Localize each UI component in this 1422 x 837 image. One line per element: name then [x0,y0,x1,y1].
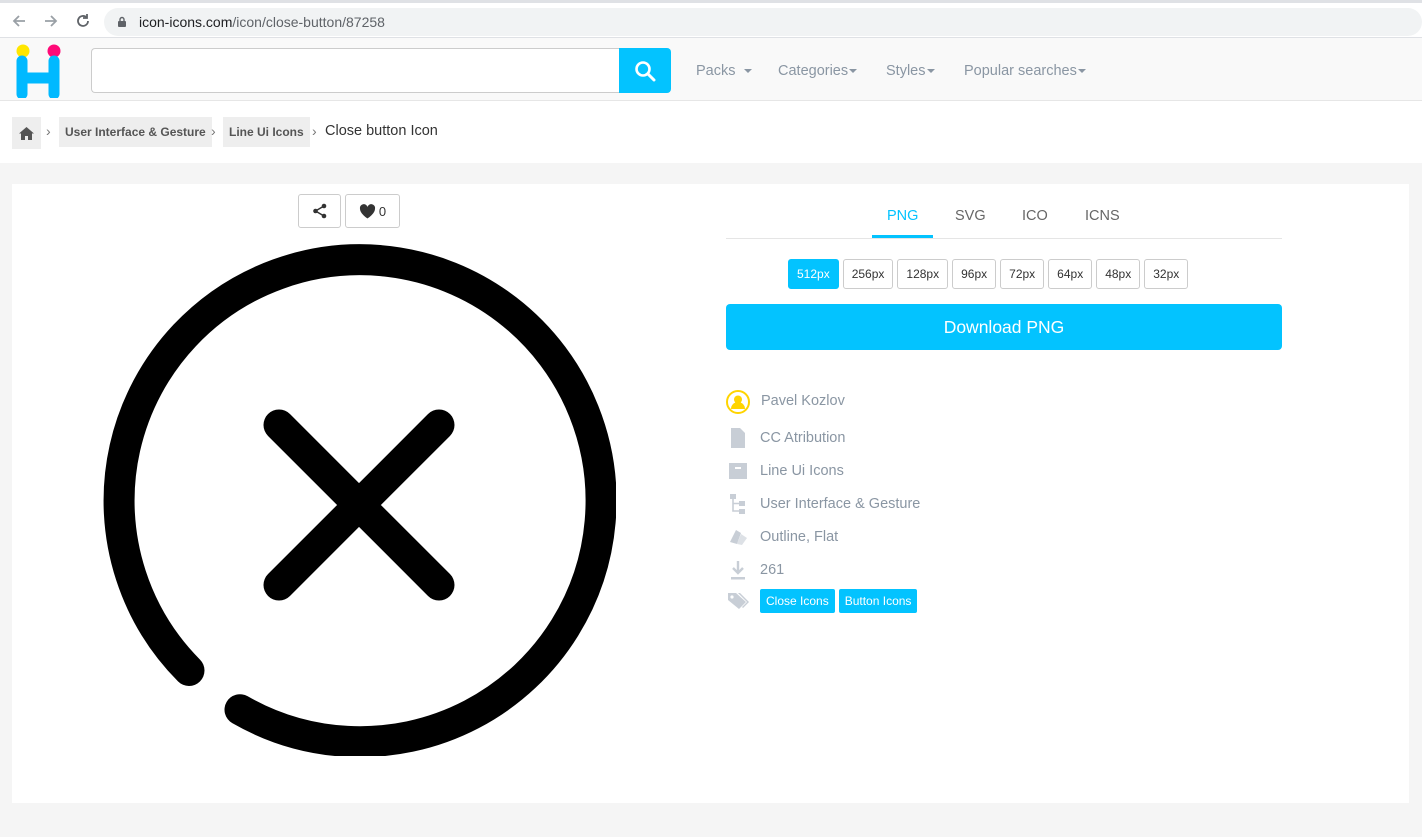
forward-arrow-icon[interactable] [40,10,62,32]
tag-link[interactable]: Button Icons [838,589,918,613]
caret-down-icon [926,69,935,74]
size-option[interactable]: 48px [1096,259,1141,289]
format-tabs: PNG SVG ICO ICNS [726,184,1282,239]
tab-icns[interactable]: ICNS [1085,208,1120,224]
breadcrumb-item-pack[interactable]: Line Ui Icons [223,117,310,147]
size-option[interactable]: 96px [952,259,997,289]
close-button-icon-preview [103,244,616,756]
styles-text[interactable]: Outline, Flat [760,529,838,545]
share-button[interactable] [298,194,341,228]
caret-down-icon [849,69,858,74]
like-button[interactable]: 0 [345,194,400,228]
download-icon [726,558,750,582]
pack-link[interactable]: Line Ui Icons [760,463,844,479]
size-selector: 512px 256px 128px 96px 72px 64px 48px 32… [788,259,1189,289]
tab-ico[interactable]: ICO [1022,208,1048,224]
size-option[interactable]: 512px [788,259,839,289]
size-option[interactable]: 32px [1144,259,1189,289]
author-name[interactable]: Pavel Kozlov [761,393,845,409]
license-text[interactable]: CC Atribution [760,430,845,446]
caret-down-icon [1077,69,1086,74]
search-input[interactable] [91,48,620,93]
active-tab-indicator [872,235,933,238]
tags-icon [726,589,750,613]
menu-styles-label: Styles [886,63,926,79]
breadcrumb: › User Interface & Gesture › Line Ui Ico… [0,101,1422,163]
search-button[interactable] [619,48,671,93]
lock-icon [118,16,126,27]
breadcrumb-home[interactable] [12,117,41,149]
size-option[interactable]: 128px [897,259,949,289]
search-bar [91,48,671,93]
back-arrow-icon[interactable] [8,10,30,32]
chevron-right-icon: › [312,123,317,139]
menu-styles[interactable]: Styles [886,63,935,79]
like-count: 0 [378,203,387,219]
user-avatar-icon [726,390,750,414]
url-path: /icon/close-button/87258 [232,14,385,30]
tab-svg[interactable]: SVG [955,208,986,224]
tab-png[interactable]: PNG [887,208,918,224]
site-logo[interactable] [15,44,65,98]
tag-list: Close Icons Button Icons [760,589,921,613]
menu-popular-searches[interactable]: Popular searches [964,63,1086,79]
breadcrumb-item-category[interactable]: User Interface & Gesture [59,117,212,147]
swatches-icon [726,525,750,549]
breadcrumb-current: Close button Icon [325,123,438,139]
reload-icon[interactable] [72,10,94,32]
sitemap-icon [726,492,750,516]
icon-detail-panel: 0 PNG SVG ICO ICNS 512px 256px 128px 96p… [12,184,1409,803]
download-count: 261 [760,562,785,578]
home-icon [19,126,34,140]
size-option[interactable]: 72px [1000,259,1045,289]
search-icon [635,60,656,81]
address-bar[interactable]: icon-icons.com/icon/close-button/87258 [104,8,1422,36]
menu-categories-label: Categories [778,63,849,79]
share-icon [312,203,326,219]
browser-toolbar: icon-icons.com/icon/close-button/87258 [0,0,1422,38]
menu-packs[interactable]: Packs [696,63,752,79]
chevron-right-icon: › [46,123,51,139]
url-host: icon-icons.com [139,14,233,30]
archive-box-icon [726,459,750,483]
document-icon [726,426,750,450]
category-link[interactable]: User Interface & Gesture [760,496,920,512]
size-option[interactable]: 64px [1048,259,1093,289]
menu-packs-label: Packs [696,63,736,79]
tag-link[interactable]: Close Icons [760,589,835,613]
download-button[interactable]: Download PNG [726,304,1282,350]
heart-icon [359,203,375,218]
site-header: Packs Categories Styles Popular searches [0,38,1422,101]
size-option[interactable]: 256px [842,259,894,289]
caret-down-icon [743,69,752,74]
menu-popular-searches-label: Popular searches [964,63,1077,79]
menu-categories[interactable]: Categories [778,63,858,79]
chevron-right-icon: › [211,123,216,139]
url-text: icon-icons.com/icon/close-button/87258 [139,14,385,30]
